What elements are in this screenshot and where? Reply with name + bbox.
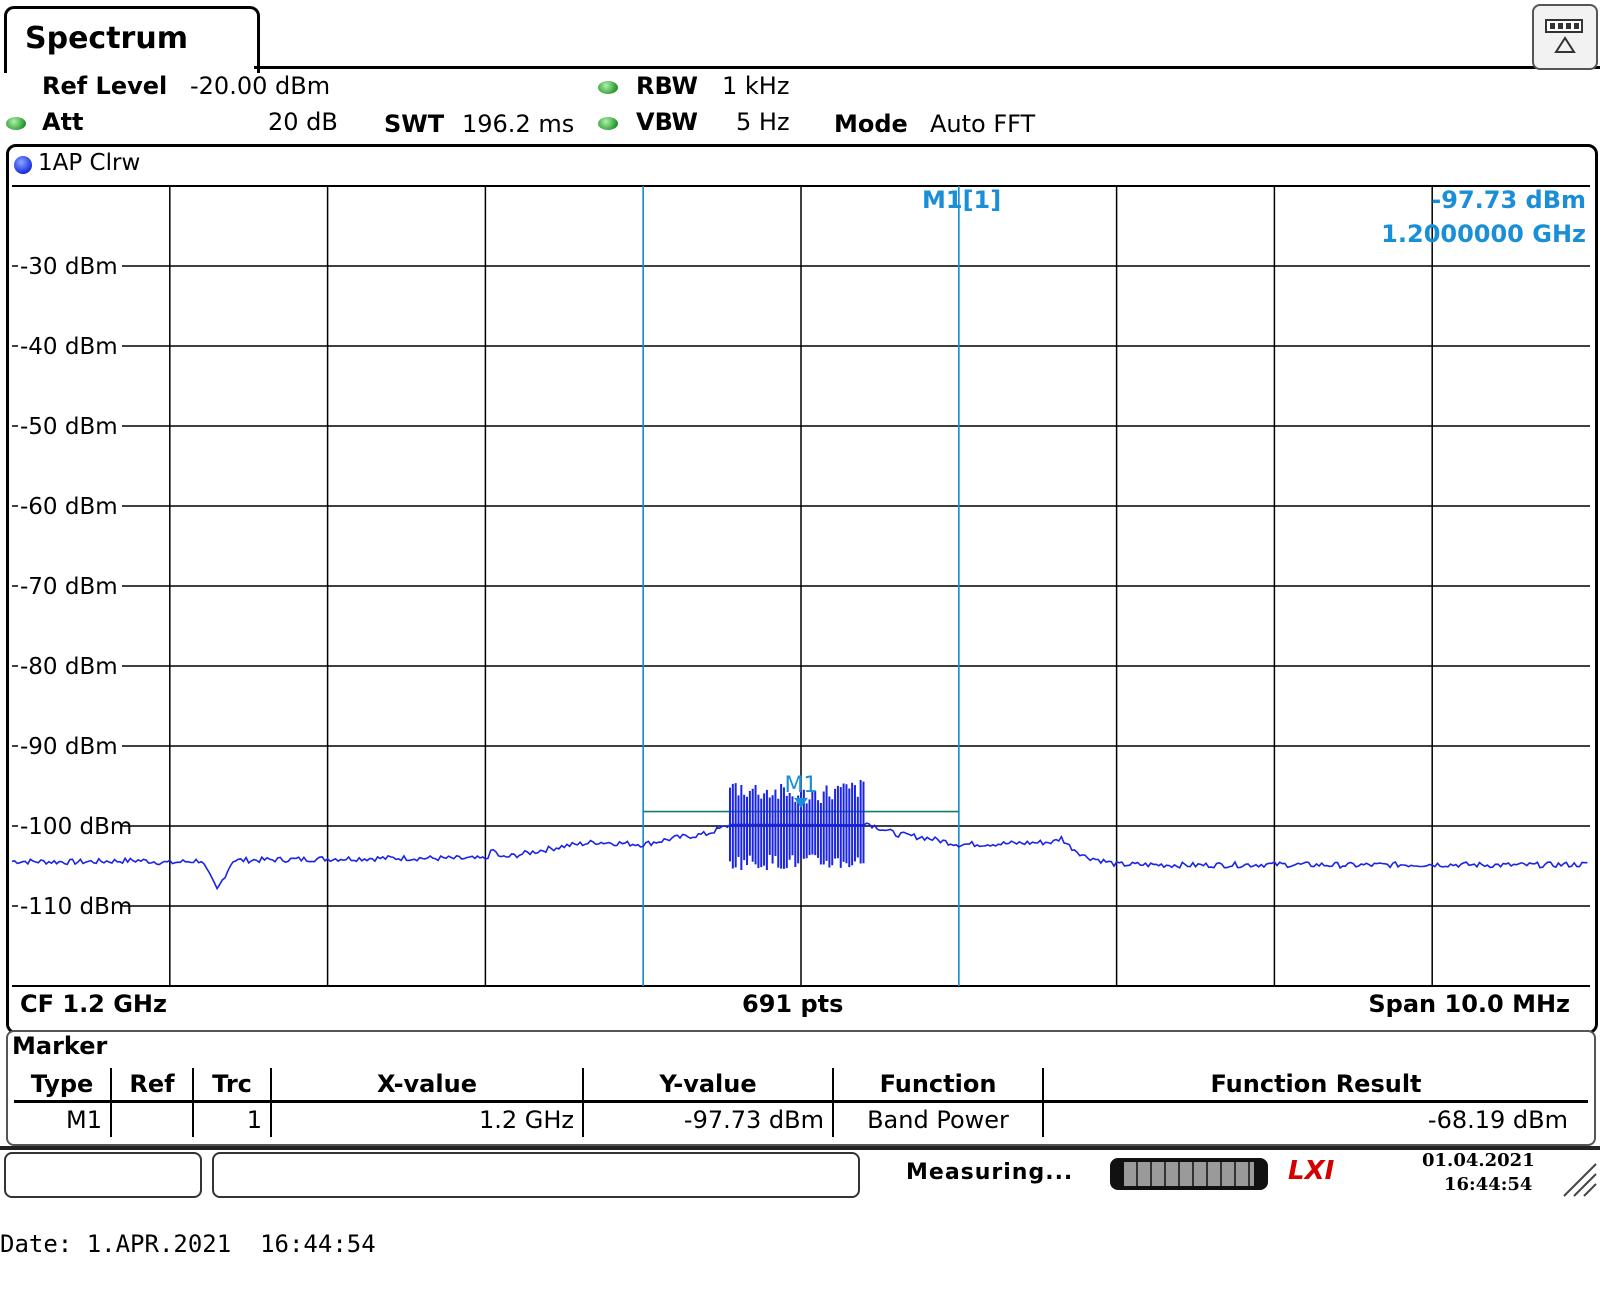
col-ref: Ref <box>111 1068 194 1103</box>
col-trc: Trc <box>193 1068 272 1103</box>
col-function-result: Function Result <box>1043 1068 1588 1103</box>
marker-table-header-row: Type Ref Trc X-value Y-value Function Fu… <box>14 1068 1588 1103</box>
lxi-logo: LXI <box>1288 1156 1335 1186</box>
status-date: 01.04.2021 <box>1422 1150 1535 1171</box>
y-tick-label: -70 dBm <box>20 574 118 600</box>
cell-x-value: 1.2 GHz <box>271 1101 584 1137</box>
plot-grid <box>12 185 1590 987</box>
marker-m1-label: M1 <box>785 773 818 798</box>
measuring-status: Measuring... <box>906 1160 1074 1185</box>
table-row[interactable]: M1 1 1.2 GHz -97.73 dBm Band Power -68.1… <box>14 1101 1588 1137</box>
cell-ref <box>111 1101 194 1137</box>
resize-grip-icon[interactable] <box>1560 1160 1598 1198</box>
col-x-value: X-value <box>271 1068 584 1103</box>
span-value[interactable]: Span 10.0 MHz <box>1368 990 1570 1018</box>
cell-function-result: -68.19 dBm <box>1427 1106 1568 1134</box>
status-field-2[interactable] <box>212 1152 860 1198</box>
trace-line <box>11 822 1588 891</box>
y-tick-label: -60 dBm <box>20 494 118 520</box>
y-tick-label: -50 dBm <box>20 414 118 440</box>
cell-trc: 1 <box>193 1101 272 1137</box>
marker-readout-frequency: 1.2000000 GHz <box>1381 220 1586 248</box>
y-tick-label: -110 dBm <box>20 894 132 920</box>
y-tick-label: -100 dBm <box>20 814 132 840</box>
cell-function: Band Power <box>833 1101 1044 1137</box>
status-field-1[interactable] <box>4 1152 202 1198</box>
datestamp: Date: 1.APR.2021 16:44:54 <box>0 1230 376 1258</box>
y-tick-label: -40 dBm <box>20 334 118 360</box>
center-frequency[interactable]: CF 1.2 GHz <box>20 990 167 1018</box>
y-axis-ticks: -30 dBm -40 dBm -50 dBm -60 dBm -70 dBm -80 d… <box>18 252 132 920</box>
points-count: 691 pts <box>742 990 844 1018</box>
col-function: Function <box>833 1068 1044 1103</box>
col-y-value: Y-value <box>583 1068 834 1103</box>
cell-y-value: -97.73 dBm <box>583 1101 834 1137</box>
status-divider <box>0 1146 1600 1150</box>
marker-table-title: Marker <box>12 1032 108 1060</box>
y-tick-label: -90 dBm <box>20 734 118 760</box>
progress-indicator-icon <box>1110 1158 1268 1190</box>
marker-readout-name: M1[1] <box>922 186 1002 214</box>
marker-readout-level: -97.73 dBm <box>1431 186 1586 214</box>
spectrum-plot[interactable]: -30 dBm -40 dBm -50 dBm -60 dBm -70 dBm -80 d… <box>0 0 1600 1030</box>
y-tick-label: -30 dBm <box>20 254 118 280</box>
y-tick-label: -80 dBm <box>20 654 118 680</box>
marker-table: Type Ref Trc X-value Y-value Function Fu… <box>14 1068 1588 1137</box>
status-time: 16:44:54 <box>1444 1174 1533 1195</box>
cell-type: M1 <box>14 1101 112 1137</box>
col-type: Type <box>14 1068 112 1103</box>
